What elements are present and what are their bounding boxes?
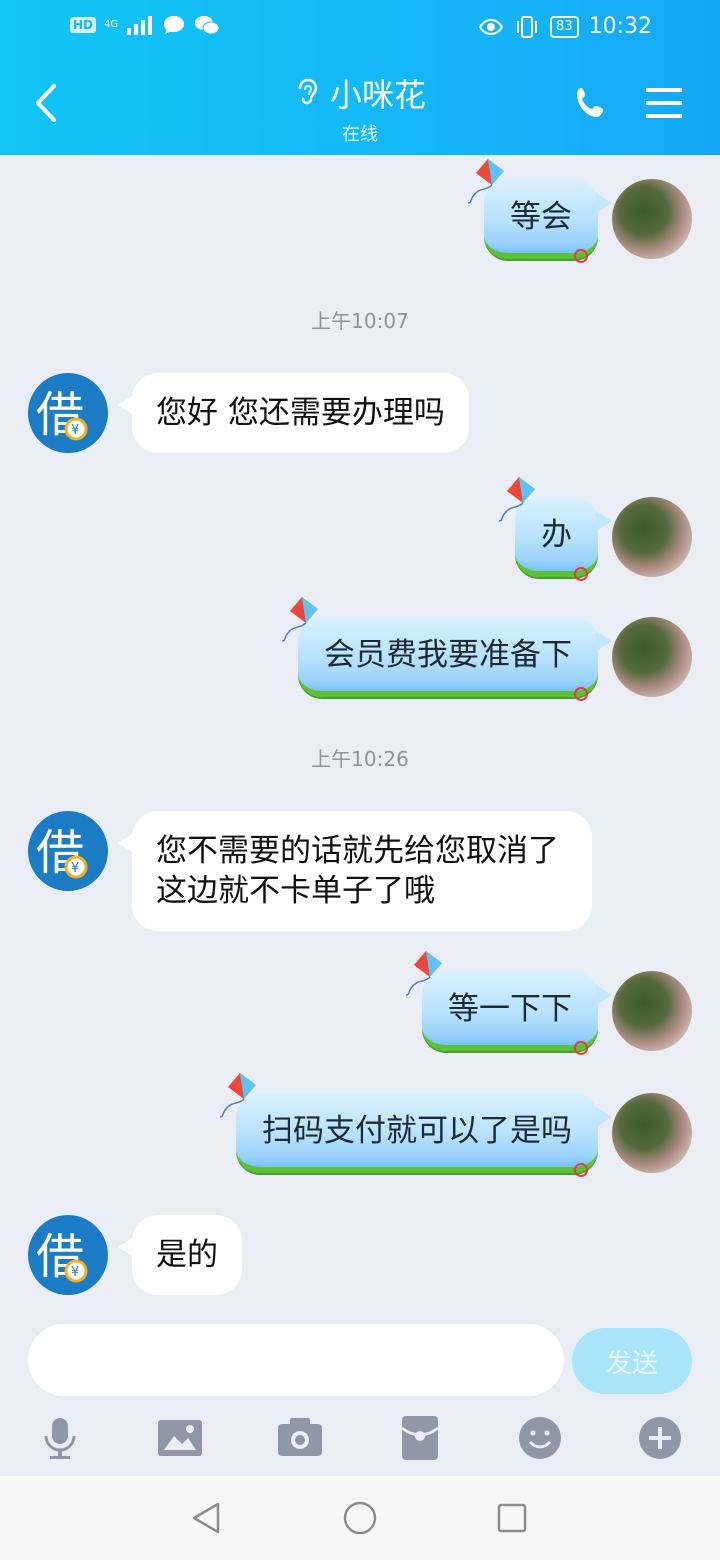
outgoing-bubble[interactable]: 等会 [467, 159, 612, 263]
outgoing-bubble[interactable]: 办 [498, 477, 612, 581]
battery-indicator: 83 [550, 15, 579, 38]
camera-icon[interactable] [276, 1414, 324, 1462]
my-avatar[interactable] [612, 179, 692, 259]
message-text: 会员费我要准备下 [324, 637, 572, 673]
clip-decoration-icon [574, 687, 588, 701]
signal-icon [127, 16, 153, 35]
contact-avatar[interactable]: 借 ¥ [28, 811, 108, 891]
message-input[interactable] [28, 1324, 564, 1396]
kite-decoration-icon [467, 159, 504, 204]
ear-icon[interactable] [294, 76, 320, 110]
kite-decoration-icon [498, 477, 535, 522]
kite-decoration-icon [219, 1073, 256, 1118]
vibrate-icon [517, 15, 538, 38]
loan-logo-icon: 借 ¥ [36, 825, 88, 881]
image-icon[interactable] [156, 1414, 204, 1462]
kite-decoration-icon [405, 951, 442, 996]
online-status: 在线 [342, 124, 378, 145]
phone-icon[interactable] [572, 84, 612, 124]
emoji-icon[interactable] [516, 1414, 564, 1462]
message-app-icon [164, 16, 185, 34]
svg-text:¥: ¥ [71, 423, 79, 438]
outgoing-bubble[interactable]: 扫码支付就可以了是吗 [219, 1073, 612, 1177]
contact-avatar[interactable]: 借 ¥ [28, 1215, 108, 1295]
clip-decoration-icon [574, 1163, 588, 1177]
home-circle-icon[interactable] [340, 1498, 380, 1538]
back-triangle-icon[interactable] [186, 1498, 226, 1538]
clip-decoration-icon [574, 1041, 588, 1055]
system-navigation-bar [0, 1476, 720, 1560]
my-avatar[interactable] [612, 971, 692, 1051]
eye-comfort-icon [478, 18, 504, 35]
contact-avatar[interactable]: 借 ¥ [28, 373, 108, 453]
svg-text:¥: ¥ [71, 861, 79, 876]
recents-square-icon[interactable] [492, 1498, 532, 1538]
microphone-icon[interactable] [36, 1414, 84, 1462]
kite-decoration-icon [281, 597, 318, 642]
chat-message-list[interactable]: 等会 上午10:07 借 ¥ 您好 您还需要办理吗 办 会员费我要准备下 上午1… [0, 155, 720, 1315]
timestamp: 上午10:07 [311, 309, 409, 333]
message-text: 是的 [156, 1237, 218, 1273]
outgoing-bubble[interactable]: 等一下下 [405, 951, 612, 1055]
status-bar: HD 4G 83 10:32 [0, 0, 720, 55]
hd-badge: HD [70, 17, 97, 33]
clip-decoration-icon [574, 249, 588, 263]
my-avatar[interactable] [612, 1093, 692, 1173]
my-avatar[interactable] [612, 497, 692, 577]
my-avatar[interactable] [612, 617, 692, 697]
red-packet-icon[interactable] [396, 1414, 444, 1462]
loan-logo-icon: 借 ¥ [36, 1229, 88, 1285]
input-toolbar [0, 1408, 720, 1474]
svg-text:¥: ¥ [71, 1265, 79, 1280]
message-text: 等会 [510, 199, 572, 235]
menu-icon[interactable] [646, 86, 682, 120]
contact-name: 小咪花 [329, 76, 426, 114]
message-input-bar: 发送 [0, 1318, 720, 1408]
chat-header: HD 4G 83 10:32 小咪花 在线 [0, 0, 720, 155]
message-text: 等一下下 [448, 991, 572, 1027]
loan-logo-icon: 借 ¥ [36, 387, 88, 443]
plus-icon[interactable] [636, 1414, 684, 1462]
clip-decoration-icon [574, 567, 588, 581]
incoming-bubble[interactable]: 您好 您还需要办理吗 [118, 373, 469, 453]
outgoing-bubble[interactable]: 会员费我要准备下 [281, 597, 612, 701]
clock: 10:32 [588, 14, 652, 39]
timestamp: 上午10:26 [311, 747, 409, 771]
message-text: 您不需要的话就先给您取消了 这边就不卡单子了哦 [156, 833, 559, 909]
message-text: 扫码支付就可以了是吗 [262, 1113, 572, 1149]
message-text: 办 [541, 517, 572, 553]
incoming-bubble[interactable]: 是的 [118, 1215, 242, 1295]
network-badge: 4G [104, 19, 119, 30]
incoming-bubble[interactable]: 您不需要的话就先给您取消了 这边就不卡单子了哦 [118, 811, 592, 931]
message-text: 您好 您还需要办理吗 [156, 395, 445, 431]
wechat-icon [195, 16, 220, 35]
send-button[interactable]: 发送 [572, 1328, 692, 1394]
